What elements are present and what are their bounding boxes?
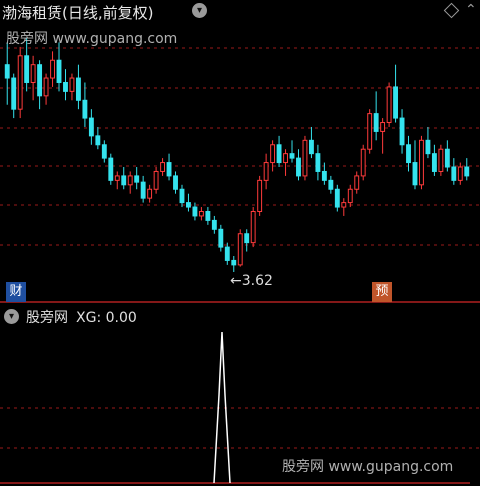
candle-down bbox=[173, 175, 178, 190]
candle-down bbox=[328, 179, 334, 190]
chevron-up-icon[interactable]: ⌃ bbox=[465, 2, 477, 18]
candle-up bbox=[270, 144, 276, 164]
candle-up bbox=[250, 210, 256, 244]
candle-down bbox=[101, 144, 107, 159]
candle-down bbox=[444, 148, 450, 168]
candle-up bbox=[257, 179, 263, 212]
candle-up bbox=[237, 233, 243, 266]
candle-up bbox=[198, 210, 204, 217]
candle-up bbox=[347, 188, 353, 204]
candle-down bbox=[4, 64, 10, 79]
candle-down bbox=[399, 117, 405, 146]
candle-down bbox=[406, 144, 411, 164]
indicator-name: 股旁网 bbox=[26, 310, 68, 326]
candle-up bbox=[263, 162, 269, 181]
candle-up bbox=[160, 162, 166, 172]
candle-up bbox=[380, 122, 386, 132]
candle-down bbox=[95, 135, 101, 146]
candle-up bbox=[283, 153, 288, 164]
candle-up bbox=[43, 77, 49, 97]
candle-down bbox=[334, 188, 340, 208]
indicator-title: 股旁网 XG: 0.00 bbox=[26, 307, 137, 327]
candle-down bbox=[166, 162, 172, 177]
candle-down bbox=[211, 219, 217, 230]
candle-up bbox=[438, 148, 444, 172]
candle-down bbox=[75, 77, 81, 101]
candle-up bbox=[354, 175, 360, 190]
candle-up bbox=[419, 139, 424, 186]
candle-down bbox=[63, 81, 68, 92]
candle-down bbox=[140, 181, 146, 199]
indicator-value: XG: 0.00 bbox=[76, 310, 137, 326]
candle-down bbox=[308, 139, 314, 155]
watermark: 股旁网 www.gupang.com bbox=[6, 31, 178, 47]
candle-up bbox=[302, 139, 308, 177]
candle-down bbox=[218, 228, 224, 248]
candle-down bbox=[121, 175, 127, 186]
candle-up bbox=[153, 170, 159, 190]
candle-down bbox=[296, 157, 301, 177]
candle-up bbox=[69, 77, 75, 92]
candle-up bbox=[457, 166, 463, 181]
candle-down bbox=[192, 206, 198, 217]
candle-down bbox=[56, 59, 62, 83]
candle-up bbox=[114, 175, 120, 181]
chart-title: 渤海租赁(日线,前复权) bbox=[2, 4, 154, 22]
candle-down bbox=[315, 153, 321, 172]
chevron-down-icon[interactable]: ▾ bbox=[4, 309, 19, 324]
candle-down bbox=[82, 99, 88, 119]
candle-down bbox=[289, 153, 295, 159]
candle-up bbox=[341, 202, 347, 208]
candle-down bbox=[224, 246, 230, 261]
candle-down bbox=[186, 202, 191, 208]
candle-down bbox=[108, 157, 114, 181]
kline-chart[interactable] bbox=[0, 0, 480, 486]
candle-down bbox=[373, 113, 379, 132]
candle-down bbox=[431, 153, 437, 172]
candle-up bbox=[367, 113, 373, 150]
candle-up bbox=[30, 64, 36, 83]
finance-badge[interactable]: 财 bbox=[6, 282, 26, 302]
candle-up bbox=[127, 175, 133, 186]
candle-up bbox=[50, 59, 55, 79]
xg-signal-spike bbox=[213, 331, 231, 484]
candle-down bbox=[393, 86, 399, 119]
candle-down bbox=[451, 166, 457, 181]
candle-up bbox=[17, 55, 23, 110]
candle-down bbox=[412, 162, 418, 186]
candle-down bbox=[244, 233, 250, 244]
candle-down bbox=[321, 170, 327, 181]
candle-up bbox=[360, 148, 366, 177]
low-price-annotation: ←3.62 bbox=[230, 273, 273, 289]
candle-up bbox=[386, 86, 392, 124]
candle-down bbox=[134, 175, 140, 183]
candle-down bbox=[24, 55, 30, 83]
candle-down bbox=[425, 139, 431, 155]
chevron-down-icon[interactable]: ▾ bbox=[192, 3, 207, 18]
candle-up bbox=[147, 188, 153, 199]
candle-down bbox=[11, 77, 17, 110]
candle-down bbox=[464, 166, 470, 177]
forecast-badge[interactable]: 预 bbox=[372, 282, 392, 302]
candle-down bbox=[231, 259, 237, 266]
candle-down bbox=[205, 210, 211, 221]
candle-down bbox=[37, 64, 43, 97]
candle-down bbox=[276, 144, 282, 164]
candle-down bbox=[88, 117, 94, 137]
candle-down bbox=[179, 188, 185, 204]
watermark: 股旁网 www.gupang.com bbox=[282, 459, 454, 475]
